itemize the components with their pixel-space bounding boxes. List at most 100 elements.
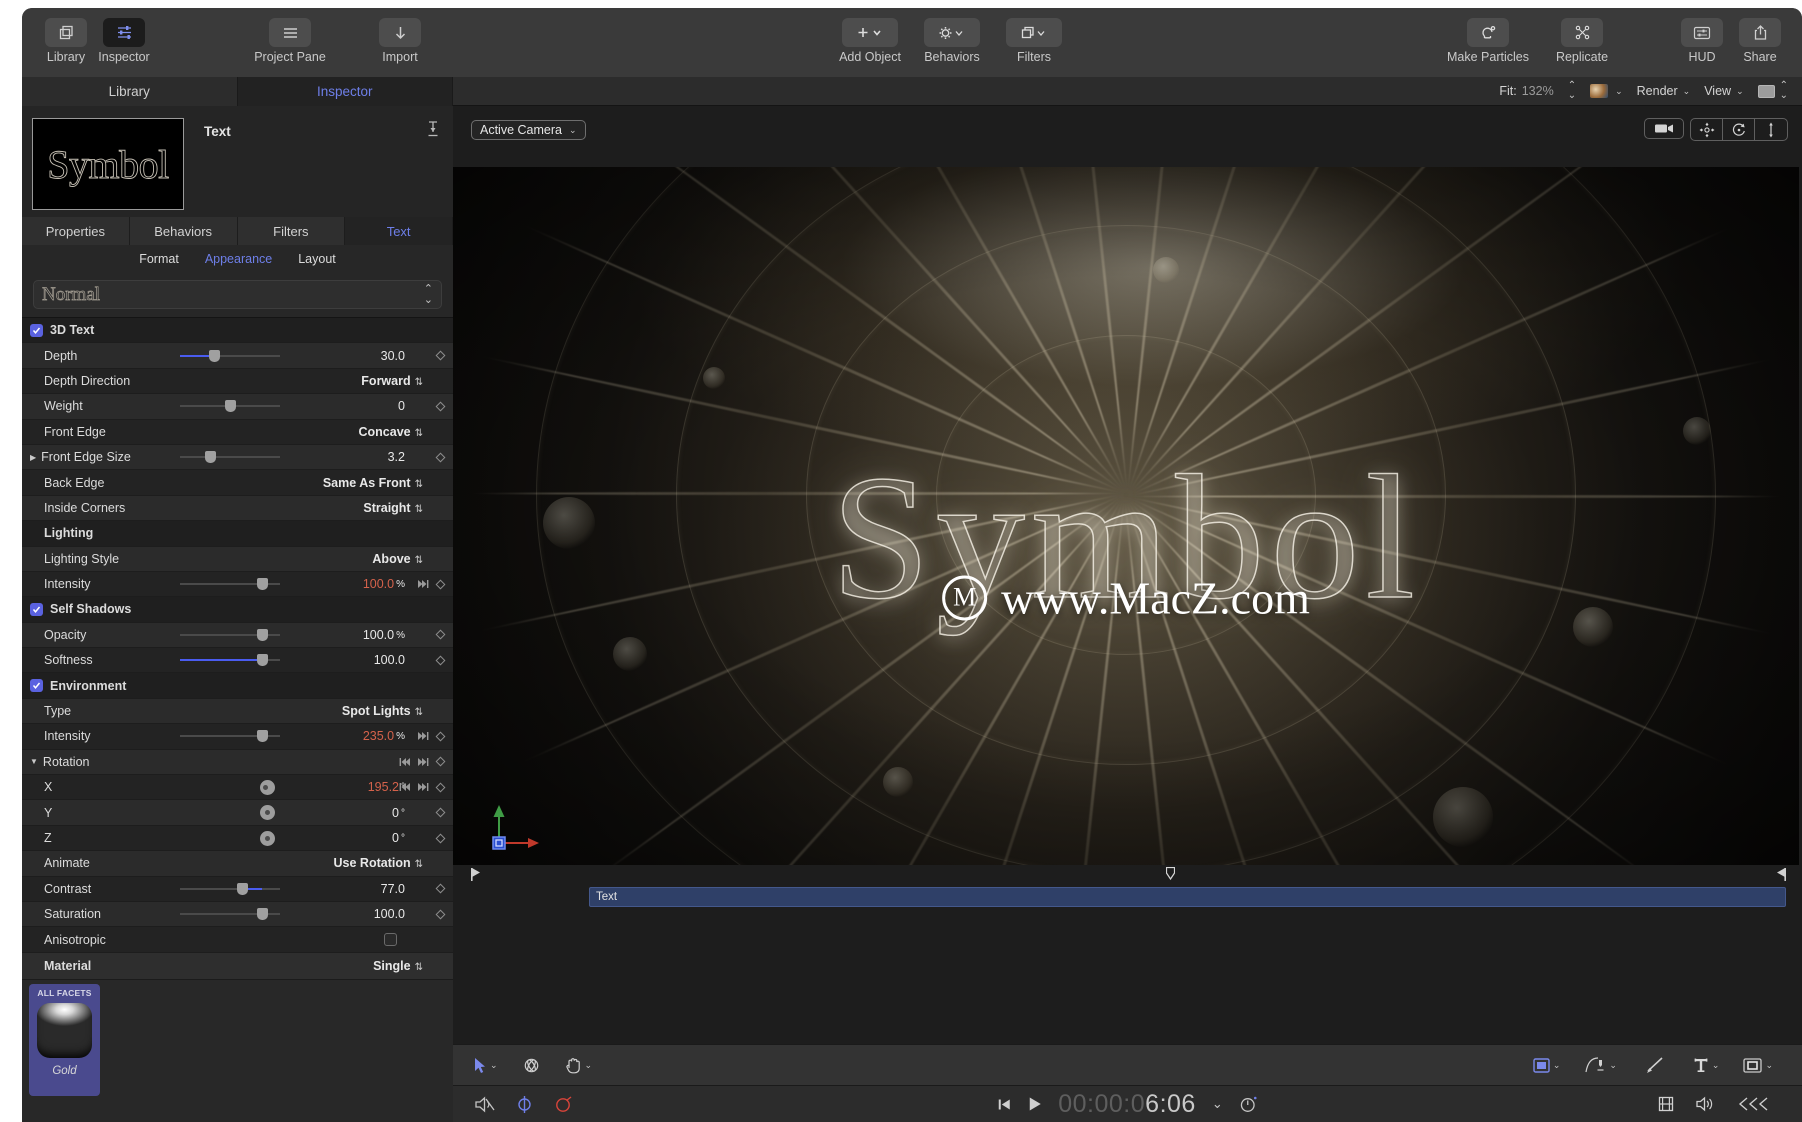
text-tool[interactable]: ⌄	[1690, 1054, 1723, 1076]
timeline-clip-text[interactable]: Text	[589, 887, 1786, 907]
param-env-animate-value[interactable]: Use Rotation⇅	[334, 856, 423, 870]
keyframe-controls[interactable]	[398, 755, 447, 768]
param-env-rotation-z[interactable]: Z 0°	[22, 826, 453, 851]
shape-tool[interactable]: ⌄	[1530, 1055, 1564, 1076]
keyframe-controls[interactable]	[416, 730, 447, 743]
param-lighting-intensity-value[interactable]: 100.0%	[363, 577, 405, 591]
bezier-mask-tool[interactable]: ⌄	[1581, 1054, 1620, 1076]
param-front-edge[interactable]: Front Edge Concave⇅	[22, 420, 453, 445]
paint-stroke-tool[interactable]	[1642, 1054, 1668, 1076]
rotation-z-dial[interactable]	[260, 831, 275, 846]
keyframe-diamond-icon[interactable]	[434, 908, 447, 921]
playhead-icon[interactable]	[1166, 867, 1175, 883]
param-env-rotation-z-value[interactable]: 0°	[392, 831, 405, 845]
env-contrast-slider[interactable]	[180, 882, 280, 896]
keyframe-controls[interactable]	[434, 349, 447, 362]
3d-axis-widget[interactable]	[487, 801, 547, 861]
layout-menu[interactable]: ⌃⌄	[1758, 81, 1788, 101]
subtab-properties[interactable]: Properties	[22, 217, 130, 245]
toolbar-share-button[interactable]: Share	[1734, 18, 1786, 64]
keyframe-next-icon[interactable]	[416, 755, 429, 768]
color-channels-button[interactable]: ⌄	[1590, 84, 1623, 98]
view-menu[interactable]: View⌄	[1704, 84, 1743, 98]
keyframe-controls[interactable]	[434, 882, 447, 895]
keyframe-diamond-icon[interactable]	[434, 578, 447, 591]
keyframe-controls[interactable]	[434, 832, 447, 845]
render-menu[interactable]: Render⌄	[1637, 84, 1691, 98]
keyframe-controls[interactable]	[434, 806, 447, 819]
param-front-edge-value[interactable]: Concave⇅	[359, 425, 424, 439]
toolbar-replicate-button[interactable]: Replicate	[1544, 18, 1620, 64]
param-depth-direction[interactable]: Depth Direction Forward⇅	[22, 369, 453, 394]
keyframe-next-icon[interactable]	[416, 730, 429, 743]
param-env-saturation[interactable]: Saturation 100.0	[22, 902, 453, 927]
anisotropic-checkbox[interactable]	[384, 933, 397, 946]
toolbar-behaviors-button[interactable]: Behaviors	[914, 18, 990, 64]
camera-view-button[interactable]	[1644, 118, 1684, 139]
section-appearance[interactable]: Appearance	[205, 252, 272, 266]
param-back-edge-value[interactable]: Same As Front⇅	[323, 476, 423, 490]
keyframe-diamond-icon[interactable]	[434, 832, 447, 845]
timing-display-icon[interactable]	[1239, 1094, 1259, 1114]
param-environment-toggle[interactable]: Environment	[22, 673, 453, 698]
dolly-camera-icon[interactable]	[1755, 119, 1787, 140]
keyframe-controls[interactable]	[434, 400, 447, 413]
timeline-track[interactable]: Text	[453, 884, 1802, 910]
lighting-intensity-slider[interactable]	[180, 577, 280, 591]
env-intensity-slider[interactable]	[180, 729, 280, 743]
timeline-ruler[interactable]	[453, 865, 1802, 884]
keyframe-diamond-icon[interactable]	[434, 349, 447, 362]
keyframe-diamond-icon[interactable]	[434, 628, 447, 641]
param-env-intensity-value[interactable]: 235.0%	[363, 729, 405, 743]
timecode-display[interactable]: 00:00:06:06	[1058, 1090, 1196, 1119]
subtab-filters[interactable]: Filters	[238, 217, 346, 245]
keyframe-controls[interactable]	[398, 781, 447, 794]
keyframe-diamond-icon[interactable]	[434, 400, 447, 413]
param-env-animate[interactable]: Animate Use Rotation⇅	[22, 851, 453, 876]
keyframe-controls[interactable]	[434, 908, 447, 921]
param-weight-value[interactable]: 0	[398, 399, 405, 413]
param-back-edge[interactable]: Back Edge Same As Front⇅	[22, 470, 453, 495]
camera-selector[interactable]: Active Camera ⌄	[471, 120, 586, 140]
toolbar-import-button[interactable]: Import	[362, 18, 438, 64]
param-front-edge-size[interactable]: ▶ Front Edge Size 3.2	[22, 445, 453, 470]
play-button[interactable]	[1027, 1096, 1042, 1112]
toolbar-library-button[interactable]: Library	[40, 18, 92, 64]
param-self-shadows-toggle[interactable]: Self Shadows	[22, 597, 453, 622]
toolbar-add-object-button[interactable]: Add Object	[832, 18, 908, 64]
keyframe-diamond-icon[interactable]	[434, 882, 447, 895]
param-env-type-value[interactable]: Spot Lights⇅	[342, 704, 423, 718]
param-depth-direction-value[interactable]: Forward⇅	[361, 374, 423, 388]
param-inside-corners[interactable]: Inside Corners Straight⇅	[22, 496, 453, 521]
section-format[interactable]: Format	[139, 252, 179, 266]
param-lighting-style-value[interactable]: Above⇅	[372, 552, 423, 566]
fit-value[interactable]: 132%	[1522, 84, 1554, 98]
crop-tool[interactable]: ⌄	[1740, 1055, 1776, 1076]
env-saturation-slider[interactable]	[180, 907, 280, 921]
keyframe-prev-icon[interactable]	[398, 781, 411, 794]
film-frame-icon[interactable]	[1658, 1096, 1674, 1112]
loop-playback-icon[interactable]	[515, 1095, 534, 1114]
param-env-saturation-value[interactable]: 100.0	[374, 907, 405, 921]
tab-inspector[interactable]: Inspector	[238, 77, 454, 106]
keyframe-next-icon[interactable]	[416, 578, 429, 591]
3d-transform-tool[interactable]	[519, 1054, 544, 1077]
disclosure-triangle-icon[interactable]: ▶	[30, 453, 36, 462]
param-shadow-opacity-value[interactable]: 100.0%	[363, 628, 405, 642]
toolbar-hud-button[interactable]: HUD	[1676, 18, 1728, 64]
param-material-row[interactable]: Material Single⇅	[22, 953, 453, 980]
param-lighting-intensity[interactable]: Intensity 100.0%	[22, 572, 453, 597]
keyframe-diamond-icon[interactable]	[434, 654, 447, 667]
playhead-start-icon[interactable]	[471, 867, 485, 882]
disclosure-triangle-icon[interactable]: ▼	[30, 757, 38, 766]
param-env-contrast[interactable]: Contrast 77.0	[22, 877, 453, 902]
shadow-softness-slider[interactable]	[180, 653, 280, 667]
record-keyframes-icon[interactable]	[554, 1095, 574, 1114]
keyframe-prev-icon[interactable]	[398, 755, 411, 768]
keyframe-next-icon[interactable]	[416, 781, 429, 794]
volume-icon[interactable]	[1696, 1096, 1716, 1112]
param-env-rotation-group[interactable]: ▼ Rotation	[22, 750, 453, 775]
pan-tool[interactable]: ⌄	[562, 1054, 596, 1076]
param-3d-text-toggle[interactable]: 3D Text	[22, 318, 453, 343]
toolbar-make-particles-button[interactable]: Make Particles	[1438, 18, 1538, 64]
